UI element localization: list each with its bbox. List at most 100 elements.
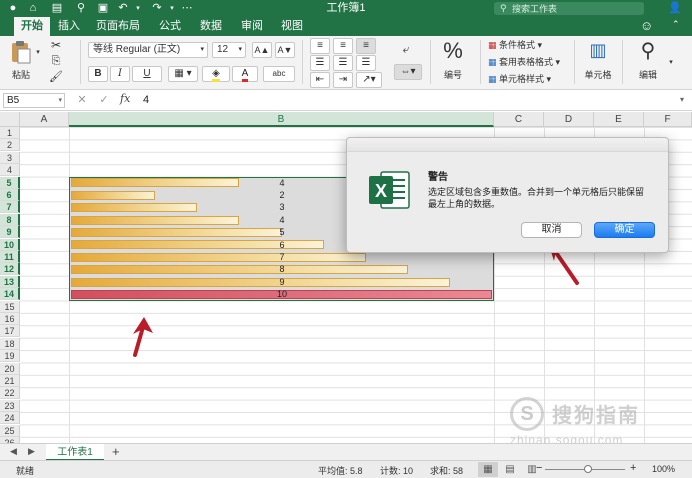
row-header-3[interactable]: 3 (0, 151, 20, 164)
row-header-19[interactable]: 19 (0, 350, 20, 363)
underline-button[interactable]: U (132, 66, 162, 82)
row-header-21[interactable]: 21 (0, 375, 20, 387)
row-header-25[interactable]: 25 (0, 424, 20, 437)
row-header-16[interactable]: 16 (0, 313, 20, 325)
row-header-7[interactable]: 7 (0, 201, 20, 214)
previous-sheet-icon[interactable]: ◀ (10, 446, 17, 457)
undo-icon[interactable]: ↶ (116, 1, 130, 16)
row-header-9[interactable]: 9 (0, 226, 20, 239)
row-header-20[interactable]: 20 (0, 362, 20, 375)
zoom-slider-handle[interactable] (584, 465, 592, 473)
row-header-14[interactable]: 14 (0, 288, 20, 301)
decrease-indent-button[interactable]: ⇤ (310, 72, 330, 88)
insert-function-button[interactable]: fx (120, 92, 130, 105)
phonetic-guide-button[interactable]: abc (263, 66, 295, 82)
row-header-10[interactable]: 10 (0, 238, 20, 251)
format-painter-icon[interactable]: 🖌 (48, 70, 64, 86)
redo-dropdown-icon[interactable]: ▾ (168, 1, 176, 16)
align-top-button[interactable]: ≡ (310, 38, 330, 54)
find-search-icon[interactable]: ⚲ (634, 38, 662, 63)
row-header-12[interactable]: 12 (0, 263, 20, 276)
increase-indent-button[interactable]: ⇥ (333, 72, 353, 88)
row-header-8[interactable]: 8 (0, 213, 20, 226)
cell-styles-button[interactable]: ▦ 单元格样式 ▾ (488, 72, 568, 88)
page-layout-view-icon[interactable]: ▤ (500, 462, 520, 477)
font-size-select[interactable]: 12 ▾ (212, 42, 246, 58)
shrink-font-button[interactable]: A▼ (275, 42, 295, 58)
number-format-button[interactable]: % (440, 38, 466, 64)
fill-color-button[interactable]: ◈ (202, 66, 230, 82)
column-header-c[interactable]: C (494, 112, 544, 127)
next-sheet-icon[interactable]: ▶ (28, 446, 35, 457)
format-as-table-button[interactable]: ▦ 套用表格格式 ▾ (488, 55, 568, 71)
home-icon[interactable]: ⌂ (26, 1, 40, 16)
row-header-11[interactable]: 11 (0, 251, 20, 263)
more-commands-icon[interactable]: ⋯ (180, 1, 194, 16)
save-icon[interactable]: ▣ (96, 1, 110, 16)
zoom-out-button[interactable]: − (536, 462, 542, 474)
formula-input[interactable]: 4 (143, 93, 149, 108)
row-header-24[interactable]: 24 (0, 412, 20, 425)
tab-data[interactable]: 数据 (196, 17, 226, 36)
align-left-button[interactable]: ☰ (310, 55, 330, 71)
cancel-entry-icon[interactable]: ✕ (76, 93, 88, 108)
add-sheet-button[interactable]: + (112, 444, 120, 459)
collapse-ribbon-icon[interactable]: ⌃ (672, 19, 680, 30)
undo-dropdown-icon[interactable]: ▾ (134, 1, 142, 16)
cells-icon[interactable]: ▥ (584, 40, 612, 61)
row-header-15[interactable]: 15 (0, 300, 20, 313)
tab-view[interactable]: 视图 (277, 17, 307, 36)
editing-dropdown-icon[interactable]: ▾ (666, 56, 676, 72)
conditional-format-button[interactable]: ▦ 条件格式 ▾ (488, 38, 568, 54)
column-header-d[interactable]: D (544, 112, 594, 127)
search-toolbar-icon[interactable]: ⚲ (74, 1, 88, 16)
align-center-button[interactable]: ☰ (333, 55, 353, 71)
align-right-button[interactable]: ☰ (356, 55, 376, 71)
zoom-in-button[interactable]: + (630, 462, 636, 474)
row-header-22[interactable]: 22 (0, 387, 20, 400)
feedback-smiley-icon[interactable]: ☺ (640, 18, 653, 33)
wrap-text-icon[interactable]: ⤶ (396, 42, 416, 58)
orientation-button[interactable]: ↗▾ (356, 72, 382, 88)
tab-formulas[interactable]: 公式 (155, 17, 185, 36)
copy-icon[interactable]: ⎘ (48, 54, 64, 70)
confirm-entry-icon[interactable]: ✓ (98, 93, 110, 108)
merge-center-button[interactable]: ⇔▾ (394, 64, 422, 80)
normal-view-icon[interactable]: ▦ (478, 462, 498, 477)
tab-insert[interactable]: 插入 (54, 17, 84, 36)
column-header-a[interactable]: A (20, 112, 69, 127)
row-header-4[interactable]: 4 (0, 164, 20, 177)
name-box[interactable]: B5 ▾ (3, 93, 65, 108)
column-header-e[interactable]: E (594, 112, 644, 127)
row-header-13[interactable]: 13 (0, 275, 20, 288)
row-header-2[interactable]: 2 (0, 139, 20, 152)
row-header-5[interactable]: 5 (0, 176, 20, 189)
bold-button[interactable]: B (88, 66, 108, 82)
search-input[interactable] (512, 2, 640, 15)
tab-page-layout[interactable]: 页面布局 (93, 17, 143, 36)
toolbar-dot-icon[interactable]: ● (6, 1, 20, 16)
row-header-23[interactable]: 23 (0, 399, 20, 412)
tab-review[interactable]: 审阅 (237, 17, 267, 36)
sheet-tab-1[interactable]: 工作表1 (46, 444, 104, 461)
font-name-select[interactable]: 等线 Regular (正文) ▾ (88, 42, 208, 58)
tab-home[interactable]: 开始 (14, 17, 50, 36)
share-user-icon[interactable]: 👤 (668, 1, 682, 14)
row-header-1[interactable]: 1 (0, 127, 20, 139)
paste-dropdown-icon[interactable]: ▾ (34, 46, 42, 62)
column-header-f[interactable]: F (644, 112, 692, 127)
row-header-6[interactable]: 6 (0, 189, 20, 201)
grow-font-button[interactable]: A▲ (252, 42, 272, 58)
borders-button[interactable]: ▦ ▾ (168, 66, 198, 82)
search-sheet-box[interactable]: ⚲ (494, 2, 644, 15)
select-all-corner[interactable] (0, 112, 20, 127)
align-middle-button[interactable]: ≡ (333, 38, 353, 54)
sidebar-icon[interactable]: ▤ (50, 1, 64, 16)
cancel-button[interactable]: 取消 (521, 222, 582, 238)
expand-formula-bar-icon[interactable]: ▾ (680, 95, 684, 104)
ok-button[interactable]: 确定 (594, 222, 655, 238)
italic-button[interactable]: I (110, 66, 130, 82)
font-color-button[interactable]: A (232, 66, 258, 82)
row-header-18[interactable]: 18 (0, 337, 20, 350)
cut-icon[interactable]: ✂ (48, 38, 64, 54)
